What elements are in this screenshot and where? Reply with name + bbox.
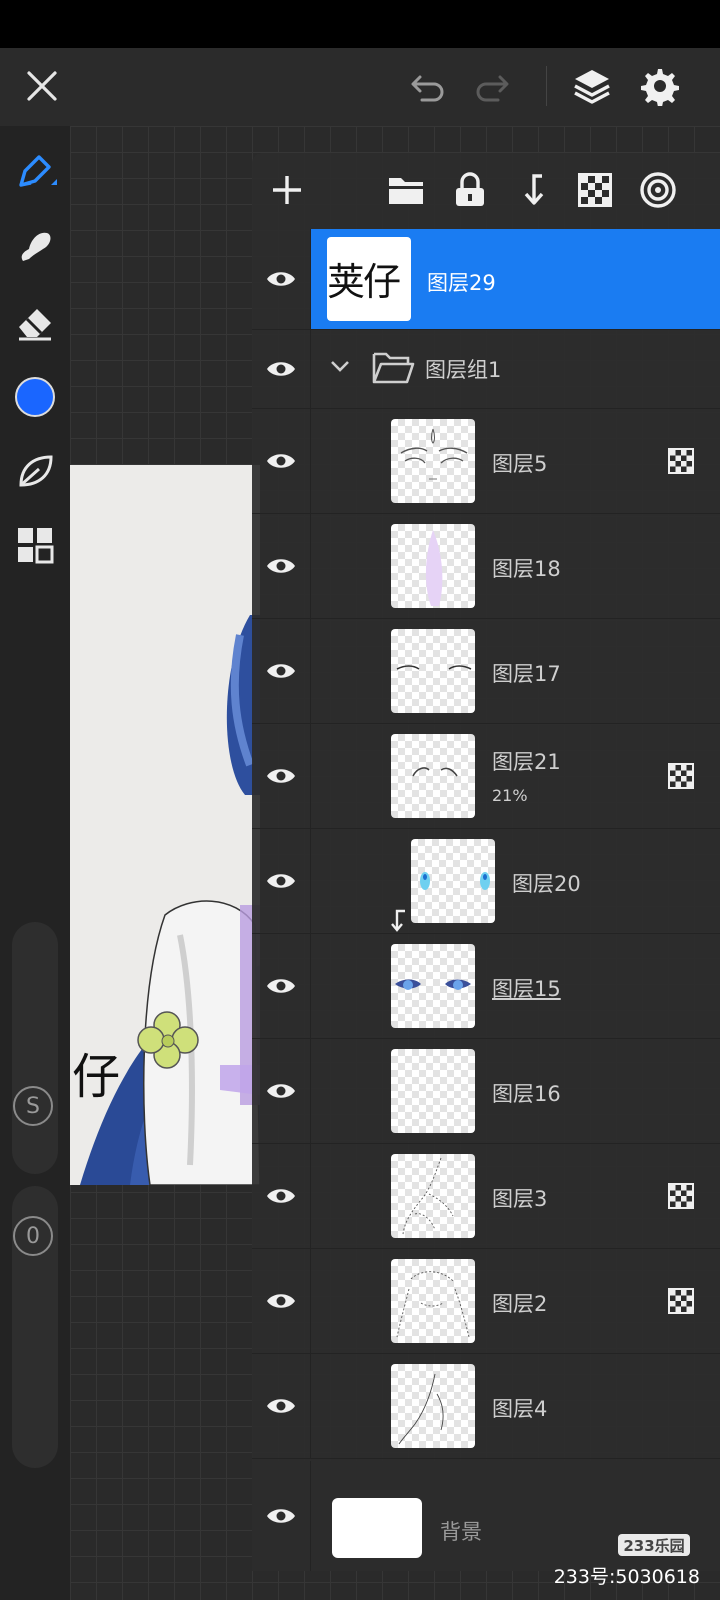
layer-thumbnail — [391, 419, 475, 503]
chevron-down-icon[interactable] — [329, 358, 351, 377]
visibility-eye-icon[interactable] — [252, 724, 311, 828]
leaf-icon[interactable] — [12, 448, 58, 494]
watermark-text: 233号:5030618 — [553, 1566, 700, 1588]
layer-opacity: 21% — [492, 786, 528, 805]
artwork-text: 仔 — [72, 1049, 121, 1105]
layer-row[interactable]: 图层2 — [252, 1249, 720, 1354]
pen-icon[interactable] — [12, 150, 58, 196]
visibility-eye-icon[interactable] — [252, 229, 311, 329]
layer-thumbnail — [391, 734, 475, 818]
undo-icon[interactable] — [406, 64, 450, 108]
layer-thumbnail — [391, 1049, 475, 1133]
layer-name: 图层21 — [492, 750, 561, 774]
visibility-eye-icon[interactable] — [252, 1039, 311, 1143]
layer-name: 图层3 — [492, 1187, 548, 1211]
left-toolbar: S 0 — [0, 126, 70, 1600]
layer-row[interactable]: 荚仔 图层29 — [252, 229, 720, 330]
visibility-eye-icon[interactable] — [252, 1144, 311, 1248]
layer-row[interactable]: 图层20 — [252, 829, 720, 934]
grid-icon[interactable] — [12, 522, 58, 568]
layers-icon[interactable] — [570, 64, 614, 108]
brush-size-slider[interactable] — [12, 922, 58, 1174]
layer-name: 图层16 — [492, 1082, 561, 1106]
visibility-eye-icon[interactable] — [252, 514, 311, 618]
smudge-icon[interactable] — [12, 222, 58, 268]
color-swatch[interactable] — [12, 374, 58, 420]
layer-group-row[interactable]: 图层组1 — [252, 330, 720, 409]
layer-list: 荚仔 图层29 图层组1 图层5 图层18 图层17 图层21 21% 图层20… — [252, 229, 720, 1459]
layer-thumbnail — [411, 839, 495, 923]
add-icon[interactable] — [264, 167, 310, 213]
top-bar — [0, 48, 720, 126]
clipping-arrow-icon — [391, 909, 405, 932]
folder-icon[interactable] — [383, 167, 429, 213]
background-layer-name: 背景 — [440, 1520, 482, 1544]
visibility-eye-icon[interactable] — [252, 934, 311, 1038]
visibility-eye-icon[interactable] — [252, 1354, 311, 1458]
visibility-eye-icon[interactable] — [252, 1249, 311, 1353]
layer-name: 图层17 — [492, 662, 561, 686]
opacity-badge: 0 — [13, 1216, 53, 1256]
layer-name: 图层2 — [492, 1292, 548, 1316]
layer-name: 图层5 — [492, 452, 548, 476]
alpha-lock-icon[interactable] — [668, 1183, 694, 1209]
layer-row[interactable]: 图层5 — [252, 409, 720, 514]
close-icon[interactable] — [20, 64, 64, 108]
watermark-logo: 233乐园 — [618, 1534, 690, 1556]
layers-panel-toolbar — [252, 153, 720, 229]
layer-thumbnail — [391, 944, 475, 1028]
layer-thumbnail: 荚仔 — [327, 237, 411, 321]
layer-thumbnail — [391, 1259, 475, 1343]
layer-row[interactable]: 图层17 — [252, 619, 720, 724]
alpha-lock-icon[interactable] — [668, 448, 694, 474]
visibility-eye-icon[interactable] — [252, 829, 311, 933]
divider — [546, 66, 547, 106]
layers-panel: 荚仔 图层29 图层组1 图层5 图层18 图层17 图层21 21% 图层20… — [252, 153, 720, 1571]
artwork-canvas[interactable]: 仔 — [70, 465, 260, 1185]
layer-thumbnail — [391, 629, 475, 713]
layer-thumbnail — [391, 524, 475, 608]
thumbnail-text: 荚仔 — [327, 260, 401, 304]
alpha-lock-icon[interactable] — [668, 763, 694, 789]
layer-row[interactable]: 图层16 — [252, 1039, 720, 1144]
layer-row[interactable]: 图层4 — [252, 1354, 720, 1459]
layer-name: 图层4 — [492, 1397, 548, 1421]
layer-row[interactable]: 图层15 — [252, 934, 720, 1039]
target-icon[interactable] — [635, 167, 681, 213]
lock-icon[interactable] — [447, 167, 493, 213]
layer-row[interactable]: 图层3 — [252, 1144, 720, 1249]
visibility-eye-icon[interactable] — [252, 1461, 311, 1571]
layer-thumbnail — [391, 1154, 475, 1238]
layer-name: 图层29 — [427, 271, 496, 295]
layer-thumbnail — [391, 1364, 475, 1448]
layer-name: 图层20 — [512, 872, 581, 896]
size-badge: S — [13, 1086, 53, 1126]
layer-group-name: 图层组1 — [425, 358, 502, 382]
gear-icon[interactable] — [638, 64, 682, 108]
merge-down-icon[interactable] — [511, 167, 557, 213]
folder-open-icon — [371, 350, 415, 390]
background-color-swatch[interactable] — [332, 1498, 422, 1558]
layer-row[interactable]: 图层21 21% — [252, 724, 720, 829]
redo-icon[interactable] — [470, 64, 514, 108]
visibility-eye-icon[interactable] — [252, 619, 311, 723]
eraser-icon[interactable] — [12, 298, 58, 344]
alpha-lock-icon[interactable] — [572, 167, 618, 213]
layer-name: 图层15 — [492, 977, 561, 1001]
status-bar — [0, 0, 720, 48]
layer-row[interactable]: 图层18 — [252, 514, 720, 619]
visibility-eye-icon[interactable] — [252, 409, 311, 513]
visibility-eye-icon[interactable] — [252, 330, 311, 408]
layer-name: 图层18 — [492, 557, 561, 581]
alpha-lock-icon[interactable] — [668, 1288, 694, 1314]
